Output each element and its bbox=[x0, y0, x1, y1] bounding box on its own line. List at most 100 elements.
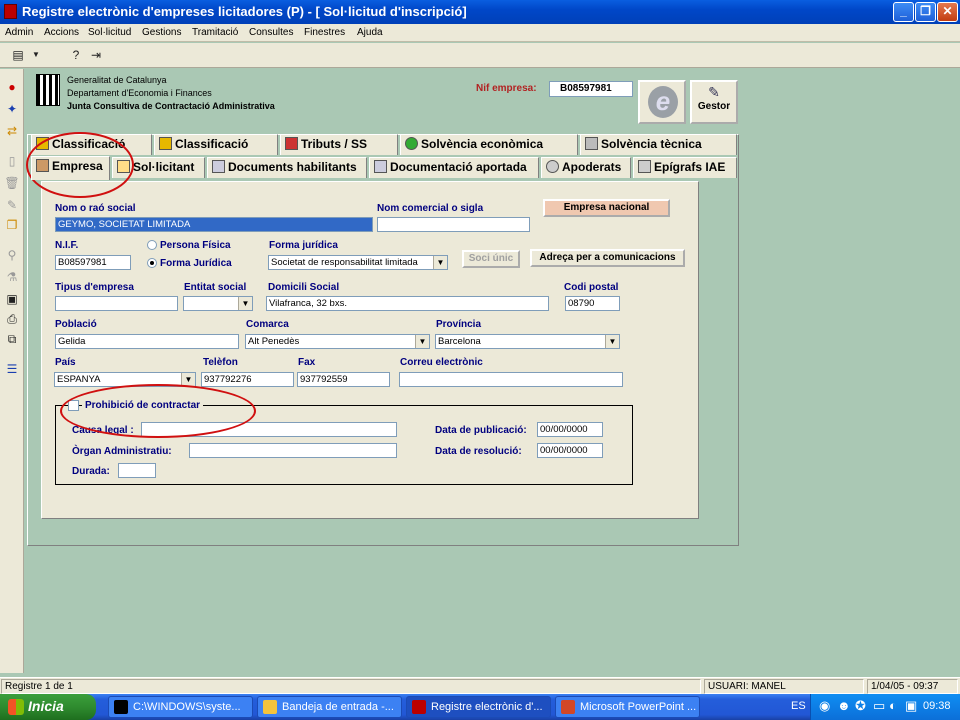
save-icon[interactable]: ▣ bbox=[4, 291, 20, 307]
nom-comercial-field[interactable] bbox=[377, 217, 530, 232]
display-icon[interactable]: ▭ bbox=[873, 698, 885, 714]
stop-icon[interactable]: ● bbox=[4, 79, 20, 95]
comarca-select[interactable]: Alt Penedès ▼ bbox=[245, 334, 430, 349]
security-icon[interactable]: ✪ bbox=[855, 698, 866, 714]
chevron-down-icon[interactable]: ▼ bbox=[605, 335, 619, 348]
edit-icon[interactable]: ✎ bbox=[4, 197, 20, 213]
tab-epigrafs-iae[interactable]: Epígrafs IAE bbox=[633, 157, 737, 178]
forma-juridica-radio[interactable] bbox=[147, 258, 157, 268]
nif-empresa-label: Nif empresa: bbox=[476, 83, 537, 94]
transfer-icon[interactable]: ⇄ bbox=[4, 123, 20, 139]
tab-label: Epígrafs IAE bbox=[654, 160, 726, 174]
poblacio-field[interactable]: Gelida bbox=[55, 334, 239, 349]
copy-icon[interactable]: ❐ bbox=[4, 217, 20, 233]
representatives-icon bbox=[546, 160, 559, 173]
list-icon[interactable]: ☰ bbox=[4, 361, 20, 377]
telefon-field[interactable]: 937792276 bbox=[201, 372, 294, 387]
tab-solvencia-economica[interactable]: Solvència econòmica bbox=[400, 134, 578, 155]
tax-icon bbox=[285, 137, 298, 150]
gestor-icon: ✎ bbox=[708, 84, 720, 100]
tab-documents-habilitants[interactable]: Documents habilitants bbox=[207, 157, 367, 178]
delete-icon[interactable]: 🗑 bbox=[4, 175, 20, 191]
tab-classificacio-2[interactable]: Classificació bbox=[154, 134, 278, 155]
durada-field[interactable] bbox=[118, 463, 156, 478]
run-icon[interactable]: ✦ bbox=[4, 101, 20, 117]
task-registre[interactable]: Registre electrònic d'... bbox=[406, 696, 551, 718]
data-publicacio-field[interactable]: 00/00/0000 bbox=[537, 422, 603, 437]
menu-sollicitud[interactable]: Sol·licitud bbox=[88, 27, 131, 38]
soci-unic-button[interactable]: Soci únic bbox=[462, 250, 520, 268]
menu-gestions[interactable]: Gestions bbox=[142, 27, 181, 38]
task-outlook[interactable]: Bandeja de entrada -... bbox=[257, 696, 402, 718]
new-record-icon[interactable]: ▯ bbox=[4, 153, 20, 169]
persona-fisica-radio[interactable] bbox=[147, 240, 157, 250]
app-icon[interactable] bbox=[4, 4, 17, 19]
start-label: Inicia bbox=[28, 698, 64, 714]
menu-tramitacio[interactable]: Tramitació bbox=[192, 27, 238, 38]
tab-empresa[interactable]: Empresa bbox=[31, 156, 110, 180]
exit-icon[interactable]: ⇥ bbox=[88, 47, 104, 63]
forma-juridica-radio-label: Forma Jurídica bbox=[160, 258, 232, 269]
fax-field[interactable]: 937792559 bbox=[297, 372, 390, 387]
adreca-comunicacions-button[interactable]: Adreça per a comunicacions bbox=[530, 249, 685, 267]
technical-icon bbox=[585, 137, 598, 150]
gestor-button[interactable]: ✎ Gestor bbox=[690, 80, 738, 124]
tab-solvencia-tecnica[interactable]: Solvència tècnica bbox=[580, 134, 737, 155]
menu-ajuda[interactable]: Ajuda bbox=[357, 27, 383, 38]
tab-label: Apoderats bbox=[562, 160, 622, 174]
forma-juridica-label: Forma jurídica bbox=[269, 240, 338, 251]
side-toolbar: ● ✦ ⇄ ▯ 🗑 ✎ ❐ ⚲ ⚗ ▣ ⎙ ⧉ ☰ bbox=[0, 69, 24, 673]
registre-app-icon bbox=[412, 700, 426, 714]
nom-label: Nom o raó social bbox=[55, 203, 136, 214]
start-button[interactable]: Inicia bbox=[0, 694, 96, 720]
empresa-nacional-button[interactable]: Empresa nacional bbox=[543, 199, 670, 217]
antivirus-icon[interactable]: ☻ bbox=[837, 698, 851, 713]
menu-admin[interactable]: Admin bbox=[5, 27, 33, 38]
volume-icon[interactable]: ◐ bbox=[889, 698, 897, 713]
tray-app-icon[interactable]: ▣ bbox=[905, 698, 917, 714]
data-resolucio-field[interactable]: 00/00/0000 bbox=[537, 443, 603, 458]
window-list-icon[interactable]: ▤ bbox=[10, 47, 26, 63]
entitat-social-select[interactable]: ▼ bbox=[183, 296, 253, 311]
taskbar: Inicia C:\WINDOWS\syste... Bandeja de en… bbox=[0, 694, 960, 720]
nom-field[interactable]: GEYMO, SOCIETAT LIMITADA bbox=[55, 217, 373, 232]
forma-juridica-select[interactable]: Societat de responsabilitat limitada ▼ bbox=[268, 255, 448, 270]
tab-apoderats[interactable]: Apoderats bbox=[541, 157, 631, 178]
powerpoint-icon bbox=[561, 700, 575, 714]
tab-tributs-ss[interactable]: Tributs / SS bbox=[280, 134, 398, 155]
menu-accions[interactable]: Accions bbox=[44, 27, 79, 38]
search-icon[interactable]: ⚲ bbox=[4, 247, 20, 263]
menu-finestres[interactable]: Finestres bbox=[304, 27, 345, 38]
minimize-button[interactable]: _ bbox=[893, 2, 914, 22]
task-powerpoint[interactable]: Microsoft PowerPoint ... bbox=[555, 696, 700, 718]
tipus-empresa-field[interactable] bbox=[55, 296, 178, 311]
domicili-social-field[interactable]: Vilafranca, 32 bxs. bbox=[266, 296, 549, 311]
dropdown-arrow-icon[interactable]: ▼ bbox=[28, 47, 44, 63]
correu-field[interactable] bbox=[399, 372, 623, 387]
chevron-down-icon[interactable]: ▼ bbox=[433, 256, 447, 269]
annotation-circle-prohibicio bbox=[60, 384, 256, 438]
chevron-down-icon[interactable]: ▼ bbox=[238, 297, 252, 310]
persona-fisica-label: Persona Física bbox=[160, 240, 231, 251]
task-cmd[interactable]: C:\WINDOWS\syste... bbox=[108, 696, 253, 718]
e-button[interactable]: e bbox=[638, 80, 686, 124]
filter-icon[interactable]: ⚗ bbox=[4, 269, 20, 285]
chevron-down-icon[interactable]: ▼ bbox=[415, 335, 429, 348]
menu-consultes[interactable]: Consultes bbox=[249, 27, 293, 38]
correu-label: Correu electrònic bbox=[400, 357, 483, 368]
maximize-button[interactable]: ❐ bbox=[915, 2, 936, 22]
nif-field[interactable]: B08597981 bbox=[55, 255, 131, 270]
cmd-icon bbox=[114, 700, 128, 714]
tab-label: Documentació aportada bbox=[390, 160, 527, 174]
durada-label: Durada: bbox=[72, 466, 110, 477]
close-button[interactable]: ✕ bbox=[937, 2, 958, 22]
codi-postal-field[interactable]: 08790 bbox=[565, 296, 620, 311]
help-icon[interactable]: ? bbox=[68, 47, 84, 63]
organ-administratiu-field[interactable] bbox=[189, 443, 397, 458]
network-icon[interactable]: ◉ bbox=[819, 698, 830, 714]
export-icon[interactable]: ⧉ bbox=[4, 331, 20, 347]
language-indicator[interactable]: ES bbox=[791, 700, 806, 712]
tab-documentacio-aportada[interactable]: Documentació aportada bbox=[369, 157, 539, 178]
provincia-select[interactable]: Barcelona ▼ bbox=[435, 334, 620, 349]
print-icon[interactable]: ⎙ bbox=[4, 311, 20, 327]
